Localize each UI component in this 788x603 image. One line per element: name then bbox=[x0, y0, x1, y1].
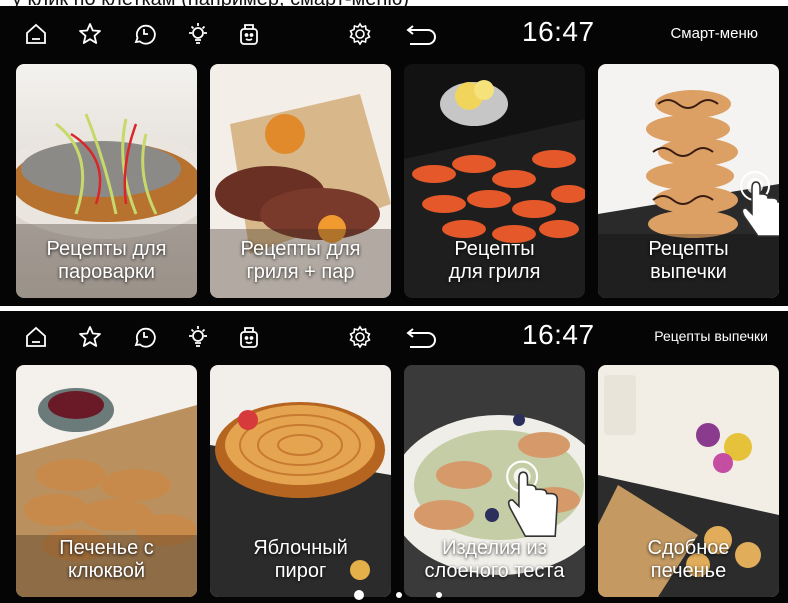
clock-time: 16:47 bbox=[522, 319, 595, 350]
recipe-pot-icon[interactable] bbox=[235, 323, 263, 351]
baking-recipes-screen: 16:47 Рецепты выпечки Печенье с клюквой bbox=[0, 311, 788, 603]
back-arrow-icon[interactable] bbox=[404, 323, 438, 351]
card-grill-steam-recipes[interactable]: Рецепты для гриля + пар bbox=[210, 64, 391, 298]
favorite-star-icon[interactable] bbox=[76, 323, 104, 351]
clock-history-icon[interactable] bbox=[130, 20, 158, 48]
card-cranberry-cookies[interactable]: Печенье с клюквой bbox=[16, 365, 197, 597]
card-grill-recipes[interactable]: Рецепты для гриля bbox=[404, 64, 585, 298]
menu-title: Рецепты выпечки bbox=[654, 328, 768, 344]
card-buttery-cookies[interactable]: Сдобное печенье bbox=[598, 365, 779, 597]
clock-time: 16:47 bbox=[522, 16, 595, 47]
card-steamer-recipes[interactable]: Рецепты для пароварки bbox=[16, 64, 197, 298]
favorite-star-icon[interactable] bbox=[76, 20, 104, 48]
back-arrow-icon[interactable] bbox=[404, 20, 438, 48]
card-puff-pastry[interactable]: Изделия из слоеного теста bbox=[404, 365, 585, 597]
home-icon[interactable] bbox=[22, 323, 50, 351]
page-indicator bbox=[340, 590, 460, 600]
page-dot[interactable] bbox=[396, 592, 402, 598]
card-baking-recipes[interactable]: Рецепты выпечки bbox=[598, 64, 779, 298]
menu-title: Смарт-меню bbox=[670, 25, 758, 42]
card-label: Печенье с клюквой bbox=[59, 537, 154, 582]
card-label: Рецепты для пароварки bbox=[46, 238, 167, 283]
card-apple-pie[interactable]: Яблочный пирог bbox=[210, 365, 391, 597]
tap-hand-icon bbox=[740, 171, 779, 237]
smart-menu-screen: 16:47 Смарт-меню Рецепты для пароварки Р… bbox=[0, 6, 788, 306]
light-bulb-icon[interactable] bbox=[184, 20, 212, 48]
recipe-pot-icon[interactable] bbox=[235, 20, 263, 48]
tap-hand-icon bbox=[506, 460, 559, 537]
clock-history-icon[interactable] bbox=[130, 323, 158, 351]
card-label: Рецепты выпечки bbox=[648, 238, 729, 283]
page-dot[interactable] bbox=[436, 592, 442, 598]
settings-gear-icon[interactable] bbox=[346, 323, 374, 351]
card-label: Яблочный пирог bbox=[253, 537, 348, 582]
page-dot-active[interactable] bbox=[354, 590, 364, 600]
light-bulb-icon[interactable] bbox=[184, 323, 212, 351]
top-bar: 16:47 Рецепты выпечки bbox=[0, 311, 788, 367]
settings-gear-icon[interactable] bbox=[346, 20, 374, 48]
card-label: Рецепты для гриля bbox=[448, 238, 541, 283]
card-label: Рецепты для гриля + пар bbox=[240, 238, 361, 283]
card-label: Сдобное печенье bbox=[647, 537, 730, 582]
home-icon[interactable] bbox=[22, 20, 50, 48]
top-bar: 16:47 Смарт-меню bbox=[0, 6, 788, 62]
